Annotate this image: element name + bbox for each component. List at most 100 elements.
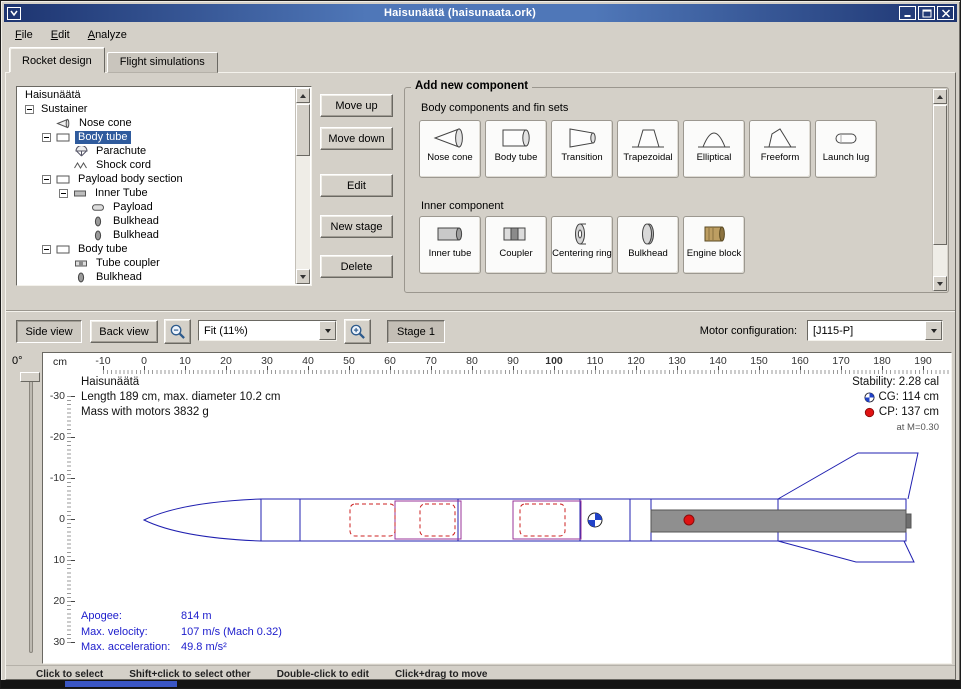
title-bar[interactable]: Haisunäätä (haisunaata.ork) [4,4,957,22]
add-bulkhead-button[interactable]: Bulkhead [617,216,679,274]
tree-item-label: Bulkhead [110,215,162,228]
rotation-angle-label: 0° [12,355,23,367]
tree-item-bulkhead[interactable]: Bulkhead [18,270,294,284]
tree-item-label: Nose cone [76,117,135,130]
taskbar-fragment [1,680,960,688]
add-elliptical-button[interactable]: Elliptical [683,120,745,178]
add-nose-cone-button[interactable]: Nose cone [419,120,481,178]
status-hint: Shift+click to select other [129,669,250,680]
component-tree[interactable]: HaisunäätäSustainerNose coneBody tubePar… [16,86,312,286]
menu-edit[interactable]: Edit [42,26,79,44]
back-view-button[interactable]: Back view [90,320,158,343]
menu-analyze[interactable]: Analyze [79,26,136,44]
tree-expander-icon[interactable] [42,133,51,142]
tree-item-inner-tube[interactable]: Inner Tube [18,186,294,200]
bodytube-icon [55,244,72,255]
tree-item-tube-coupler[interactable]: Tube coupler [18,256,294,270]
palette-button-label: Transition [561,153,602,163]
tree-item-payload-body-section[interactable]: Payload body section [18,172,294,186]
tree-item-body-tube[interactable]: Body tube [18,130,294,144]
add-centering-ring-button[interactable]: Centering ring [551,216,613,274]
tree-expander-icon[interactable] [42,245,51,254]
h-ruler-label: 30 [253,355,281,367]
add-freeform-button[interactable]: Freeform [749,120,811,178]
tree-item-body-tube[interactable]: Body tube [18,242,294,256]
scrollbar-thumb[interactable] [296,104,310,156]
bulkhead-icon [73,272,90,283]
tree-item-sustainer[interactable]: Sustainer [18,102,294,116]
add-inner-tube-button[interactable]: Inner tube [419,216,481,274]
tree-expander-icon[interactable] [59,189,68,198]
bulkheadBig-icon [630,221,666,247]
cg-icon [864,392,875,403]
motor-config-select[interactable]: [J115-P] [807,320,943,341]
design-canvas[interactable]: cm [42,352,952,664]
zoom-select[interactable]: Fit (11%) [198,320,337,341]
delete-button[interactable]: Delete [320,255,393,278]
motor-config-value: [J115-P] [813,325,853,337]
zoom-out-button[interactable] [164,319,191,344]
move-down-button[interactable]: Move down [320,127,393,150]
tree-expander-icon[interactable] [25,105,34,114]
stability-readout: Stability: 2.28 cal CG: 114 cm CP: 137 c… [852,375,939,435]
tree-item-label: Haisunäätä [22,89,84,102]
launchlug-icon [828,125,864,151]
tree-item-bulkhead[interactable]: Bulkhead [18,228,294,242]
add-transition-button[interactable]: Transition [551,120,613,178]
tab-rocket-design[interactable]: Rocket design [9,47,105,73]
scroll-up-icon[interactable] [296,88,310,103]
cg-readout: CG: 114 cm [852,390,939,405]
tab-flight-simulations[interactable]: Flight simulations [107,52,218,73]
tree-item-label: Bulkhead [93,271,145,284]
tree-item-bulkhead[interactable]: Bulkhead [18,214,294,228]
v-ruler-label: -30 [43,390,65,402]
add-launch-lug-button[interactable]: Launch lug [815,120,877,178]
tree-expander-icon[interactable] [42,175,51,184]
add-trapezoidal-button[interactable]: Trapezoidal [617,120,679,178]
scrollbar-thumb[interactable] [933,105,947,245]
tree-item-parachute[interactable]: Parachute [18,144,294,158]
edit-button[interactable]: Edit [320,174,393,197]
tree-item-label: Sustainer [38,103,90,116]
tree-item-nose-cone[interactable]: Nose cone [18,116,294,130]
zoom-in-button[interactable] [344,319,371,344]
tree-item-label: Tube coupler [93,257,163,270]
add-body-tube-button[interactable]: Body tube [485,120,547,178]
rocket-name: Haisunäätä [81,375,280,390]
chevron-down-icon[interactable] [925,321,942,340]
splitter[interactable] [6,310,955,312]
tree-item-payload[interactable]: Payload [18,200,294,214]
add-engine-block-button[interactable]: Engine block [683,216,745,274]
add-coupler-button[interactable]: Coupler [485,216,547,274]
palette-scrollbar[interactable] [932,89,947,291]
tree-item-shock-cord[interactable]: Shock cord [18,158,294,172]
menu-file[interactable]: File [6,26,42,44]
h-ruler-label: 130 [663,355,691,367]
h-ruler-label: 120 [622,355,650,367]
side-view-button[interactable]: Side view [16,320,82,343]
new-stage-button[interactable]: New stage [320,215,393,238]
maximize-button[interactable] [918,6,935,20]
rotation-slider-handle[interactable] [20,372,40,382]
app-icon [7,7,21,20]
move-up-button[interactable]: Move up [320,94,393,117]
stage-1-toggle[interactable]: Stage 1 [387,320,445,343]
rocket-mass: Mass with motors 3832 g [81,405,280,420]
innertube-icon [72,188,89,199]
zoom-out-icon [169,323,186,340]
tree-item-haisun-t-[interactable]: Haisunäätä [18,88,294,102]
v-ruler-label: -10 [43,472,65,484]
scroll-up-icon[interactable] [933,89,947,104]
palette-row-inner: Inner tubeCouplerCentering ringBulkheadE… [419,216,745,274]
minimize-button[interactable] [899,6,916,20]
palette-button-label: Nose cone [427,153,472,163]
chevron-down-icon[interactable] [319,321,336,340]
tree-scrollbar[interactable] [295,88,310,284]
tree-item-label: Payload [110,201,156,214]
scroll-down-icon[interactable] [296,269,310,284]
rocket-info: Haisunäätä Length 189 cm, max. diameter … [81,375,280,420]
close-button[interactable] [937,6,954,20]
rotation-slider[interactable] [29,377,33,653]
scroll-down-icon[interactable] [933,276,947,291]
freeform-icon [762,125,798,151]
